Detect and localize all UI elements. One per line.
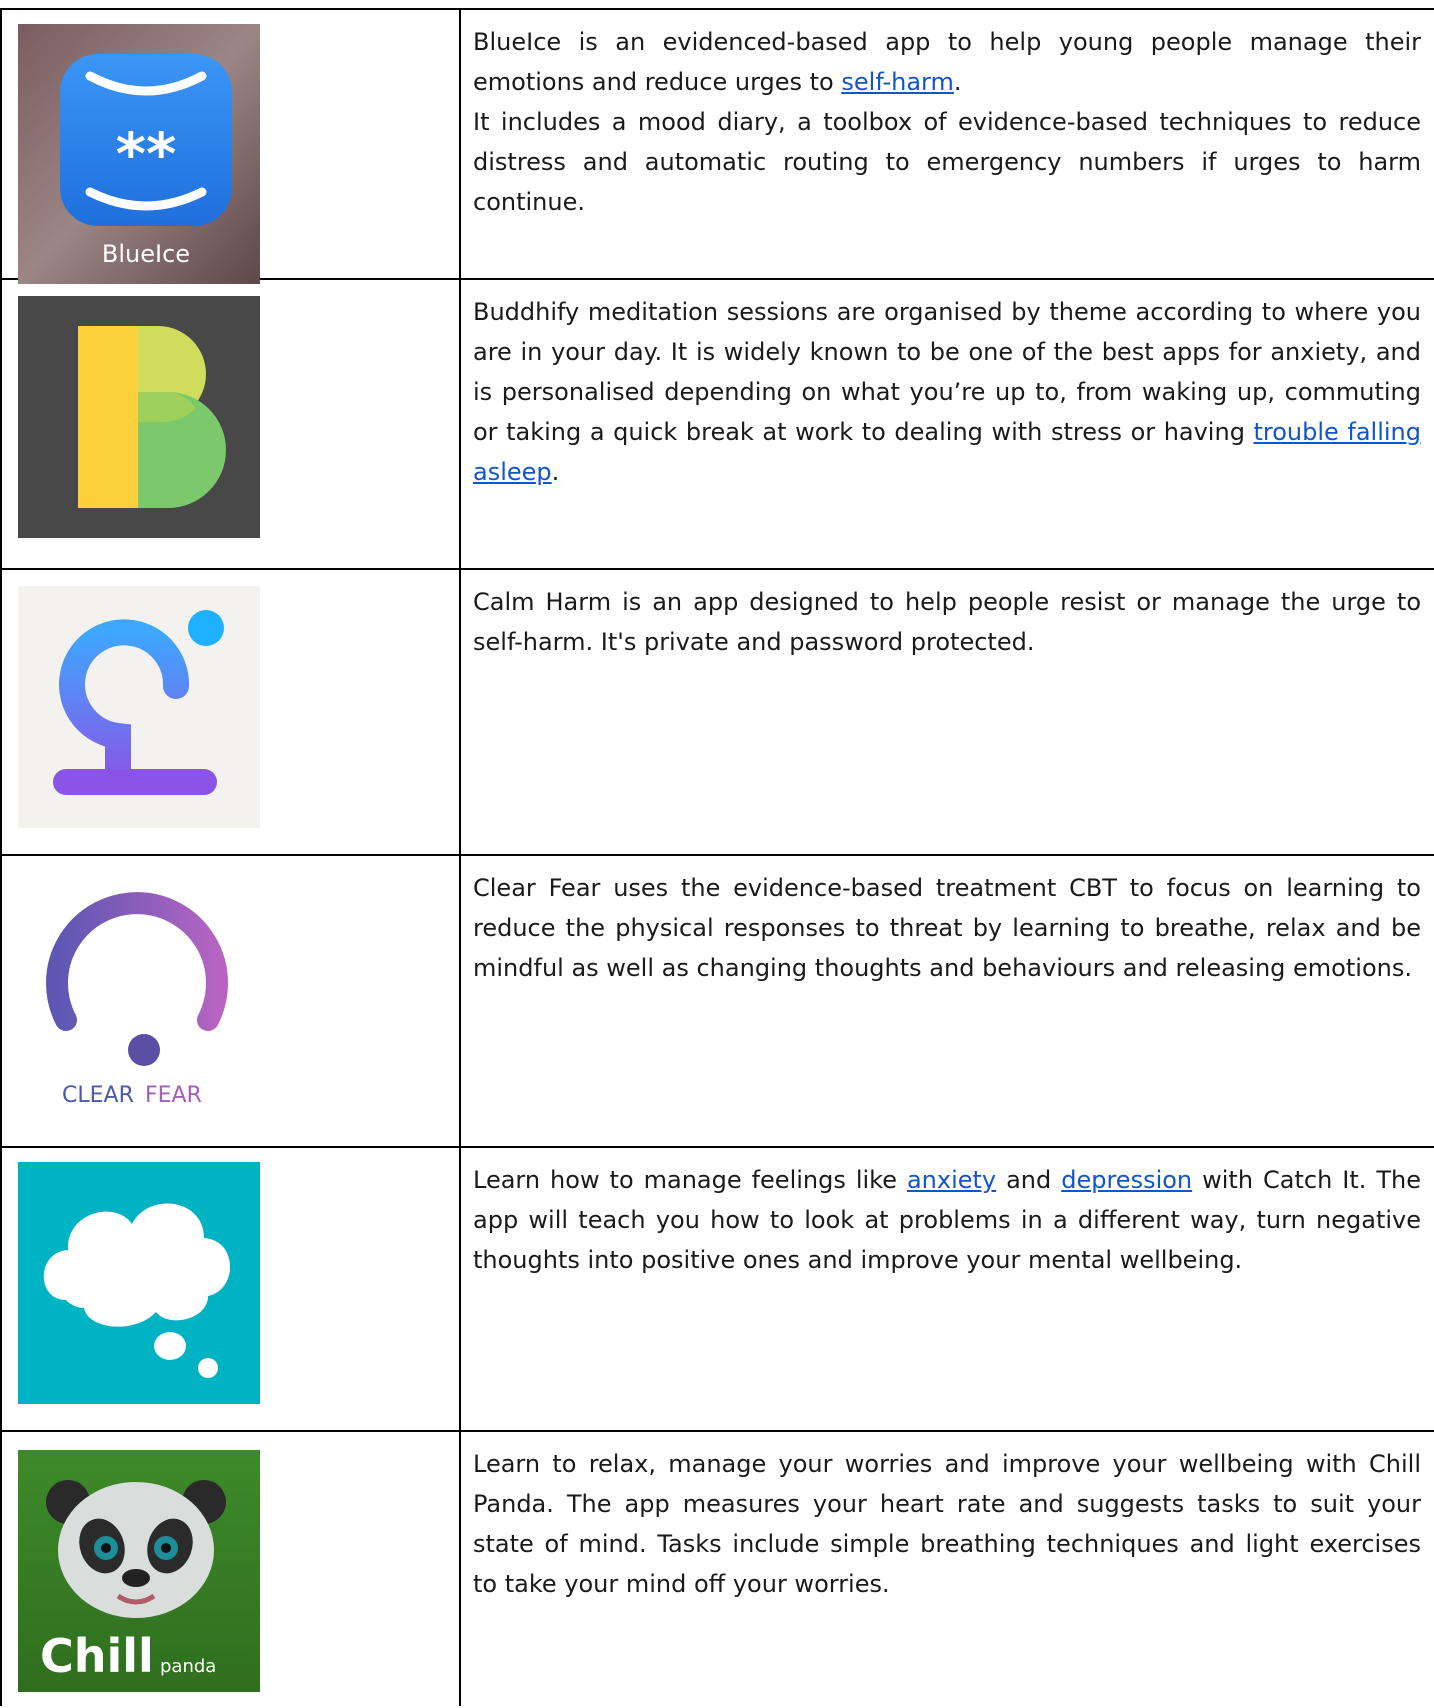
chill-panda-logo-icon: Chill panda: [18, 1450, 260, 1692]
clear-fear-logo-icon: CLEAR FEAR: [18, 890, 260, 1120]
description-paragraph: BlueIce is an evidenced-based app to hel…: [473, 22, 1421, 102]
table-row: Calm Harm is an app designed to help peo…: [0, 570, 1434, 856]
chill-panda-logo-label-chill: Chill: [40, 1629, 154, 1683]
app-description: Calm Harm is an app designed to help peo…: [473, 582, 1421, 662]
description-paragraph: Clear Fear uses the evidence-based treat…: [473, 868, 1421, 988]
description-text: Clear Fear uses the evidence-based treat…: [473, 874, 1421, 982]
link-self-harm[interactable]: self-harm: [841, 68, 953, 96]
app-description: Clear Fear uses the evidence-based treat…: [473, 868, 1421, 988]
blueice-logo-icon: ** BlueIce: [18, 24, 260, 284]
description-paragraph: Learn how to manage feelings like anxiet…: [473, 1160, 1421, 1280]
app-description: Learn how to manage feelings like anxiet…: [473, 1160, 1421, 1280]
description-text: Learn how to manage feelings like: [473, 1166, 907, 1194]
description-paragraph: It includes a mood diary, a toolbox of e…: [473, 102, 1421, 222]
table-row: ** BlueIce BlueIce is an evidenced-based…: [0, 10, 1434, 284]
app-description: Buddhify meditation sessions are organis…: [473, 292, 1421, 492]
link-anxiety[interactable]: anxiety: [907, 1166, 996, 1194]
description-paragraph: Calm Harm is an app designed to help peo…: [473, 582, 1421, 662]
buddhify-logo-icon: [18, 296, 260, 538]
description-text: Calm Harm is an app designed to help peo…: [473, 588, 1421, 656]
blueice-logo-label: BlueIce: [102, 240, 190, 268]
description-text: .: [953, 68, 962, 96]
app-description: Learn to relax, manage your worries and …: [473, 1444, 1421, 1604]
chill-panda-logo-label-panda: panda: [160, 1656, 216, 1677]
catch-it-logo-icon: [18, 1162, 260, 1404]
link-depression[interactable]: depression: [1061, 1166, 1192, 1194]
table-row: CLEAR FEAR Clear Fear uses the evidence-…: [0, 856, 1434, 1148]
description-text: It includes a mood diary, a toolbox of e…: [473, 108, 1421, 216]
table-row: Buddhify meditation sessions are organis…: [0, 280, 1434, 570]
description-text: Learn to relax, manage your worries and …: [473, 1450, 1421, 1598]
app-description: BlueIce is an evidenced-based app to hel…: [473, 22, 1421, 222]
description-paragraph: Buddhify meditation sessions are organis…: [473, 292, 1421, 492]
description-text: .: [551, 458, 560, 486]
description-paragraph: Learn to relax, manage your worries and …: [473, 1444, 1421, 1604]
calm-harm-logo-icon: [18, 586, 260, 828]
svg-text:**: **: [116, 120, 177, 188]
table-row: Chill panda Learn to relax, manage your …: [0, 1432, 1434, 1706]
table-row: Learn how to manage feelings like anxiet…: [0, 1148, 1434, 1432]
clear-fear-logo-label-clear: CLEAR: [62, 1083, 134, 1108]
description-text: and: [996, 1166, 1062, 1194]
clear-fear-logo-label-fear: FEAR: [145, 1083, 202, 1108]
